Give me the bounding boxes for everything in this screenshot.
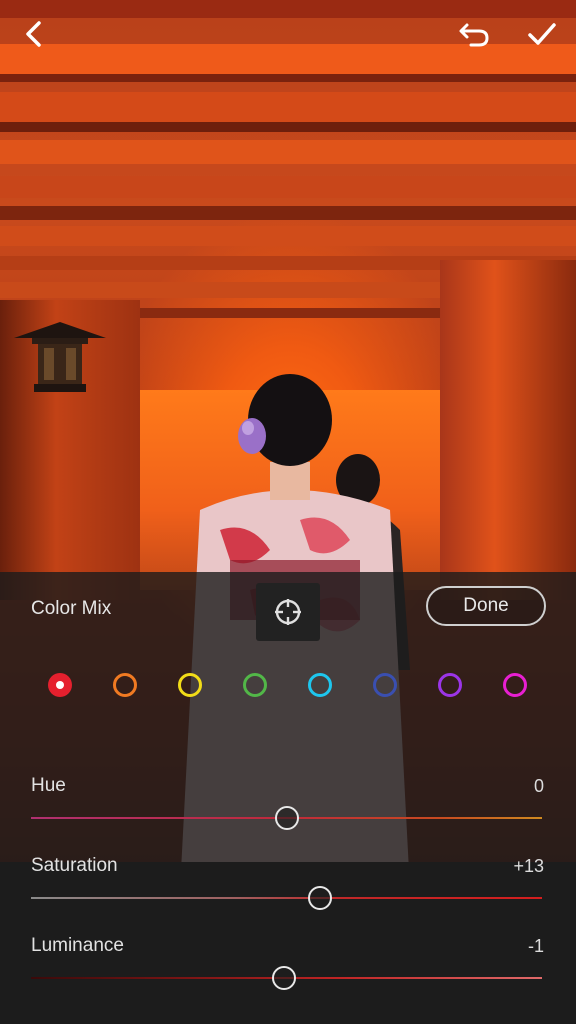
done-button[interactable]: Done bbox=[426, 586, 546, 626]
swatch-aqua[interactable] bbox=[308, 673, 332, 697]
saturation-value: +13 bbox=[513, 856, 544, 876]
swatch-purple[interactable] bbox=[438, 673, 462, 697]
selected-dot-icon bbox=[56, 681, 64, 689]
swatch-green[interactable] bbox=[243, 673, 267, 697]
targeted-adjustment-button[interactable] bbox=[256, 583, 320, 641]
targeted-adjustment-icon bbox=[275, 599, 301, 625]
lantern-illustration bbox=[14, 322, 106, 392]
hue-label: Hue bbox=[31, 775, 66, 796]
swatch-magenta[interactable] bbox=[503, 673, 527, 697]
swatch-red[interactable] bbox=[48, 673, 72, 697]
swatch-yellow[interactable] bbox=[178, 673, 202, 697]
hue-slider-thumb[interactable] bbox=[274, 806, 299, 830]
swatch-orange[interactable] bbox=[113, 673, 137, 697]
luminance-value: -1 bbox=[527, 936, 544, 956]
chevron-left-icon bbox=[26, 21, 41, 47]
confirm-button[interactable] bbox=[522, 14, 562, 54]
luminance-label: Luminance bbox=[31, 935, 124, 956]
saturation-slider-thumb[interactable] bbox=[307, 886, 332, 910]
undo-icon bbox=[459, 23, 489, 47]
saturation-slider-track[interactable] bbox=[31, 897, 542, 899]
saturation-label: Saturation bbox=[31, 855, 118, 876]
checkmark-icon bbox=[528, 23, 556, 45]
back-button[interactable] bbox=[14, 14, 54, 54]
undo-button[interactable] bbox=[454, 14, 494, 54]
hue-value: 0 bbox=[533, 776, 544, 796]
panel-title: Color Mix bbox=[31, 598, 112, 619]
swatch-blue[interactable] bbox=[373, 673, 397, 697]
luminance-slider-thumb[interactable] bbox=[271, 966, 296, 990]
